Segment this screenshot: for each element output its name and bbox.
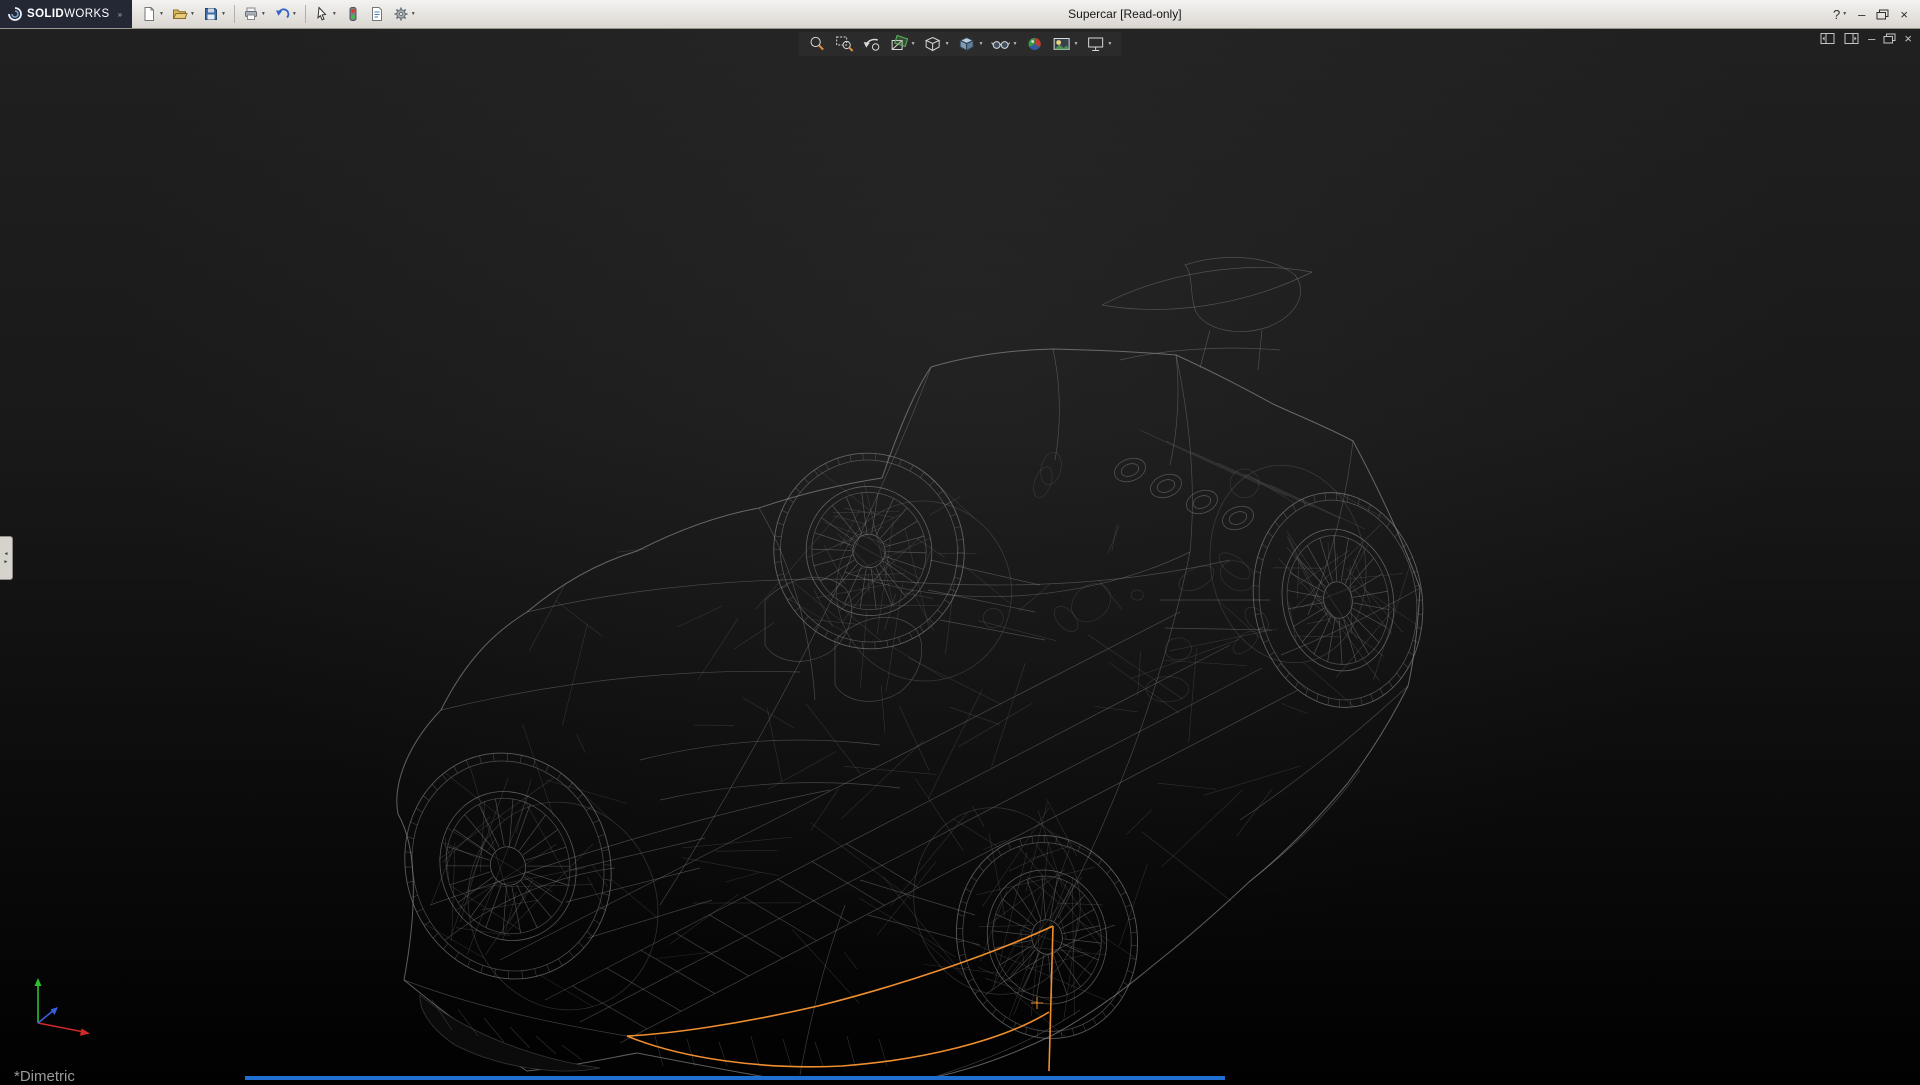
pane-previous-button[interactable] [1820, 32, 1836, 45]
zoom-to-area-button[interactable] [833, 34, 857, 54]
collapse-left-arrow-icon: ◄ [4, 550, 9, 559]
title-bar: SOLIDWORKS » ▼ ▼ ▼ ▼ ▼ ▼ [0, 0, 1920, 29]
print-button[interactable]: ▼ [239, 2, 270, 26]
pane-right-icon [1844, 32, 1860, 45]
edit-appearance-button[interactable] [1022, 34, 1046, 54]
file-properties-button[interactable] [365, 2, 389, 26]
document-close-button[interactable]: × [1904, 32, 1912, 45]
undo-arrow-icon [274, 6, 290, 22]
triad-x-axis [38, 1023, 84, 1032]
restore-window-icon [1876, 9, 1889, 20]
save-floppy-icon [203, 6, 219, 22]
triad-z-axis [38, 1010, 54, 1023]
view-settings-button[interactable]: ▼ [1083, 34, 1114, 54]
dropdown-arrow-icon[interactable]: ▼ [911, 42, 916, 47]
view-orientation-cube-icon [923, 35, 943, 53]
window-title: Supercar [Read-only] [425, 7, 1825, 21]
pane-left-icon [1820, 32, 1836, 45]
zoom-to-area-icon [835, 35, 855, 53]
previous-view-icon [862, 35, 882, 53]
dropdown-arrow-icon[interactable]: ▼ [332, 12, 337, 17]
rebuild-button[interactable] [341, 2, 365, 26]
view-settings-monitor-icon [1085, 35, 1105, 53]
zoom-to-fit-icon [808, 35, 828, 53]
window-controls: ?▼ – × [1825, 8, 1920, 21]
open-button[interactable]: ▼ [168, 2, 199, 26]
pane-next-button[interactable] [1844, 32, 1860, 45]
edit-appearance-ball-icon [1024, 35, 1044, 53]
dropdown-arrow-icon[interactable]: ▼ [190, 12, 195, 17]
reference-triad[interactable] [4, 970, 104, 1048]
minimize-button[interactable]: – [1858, 8, 1865, 21]
toolbar-separator [234, 5, 235, 23]
graphics-area[interactable]: ▼ ▼ ▼ ▼ ▼ ▼ – [0, 28, 1920, 1080]
section-view-icon [889, 35, 909, 53]
options-gear-icon [393, 6, 409, 22]
triad-z-arrowhead [51, 1007, 59, 1015]
save-button[interactable]: ▼ [199, 2, 230, 26]
document-minimize-button[interactable]: – [1868, 32, 1875, 45]
3d-viewport[interactable] [0, 28, 1920, 1080]
selected-edge[interactable] [627, 926, 1053, 1071]
view-orientation-label: *Dimetric [14, 1068, 75, 1085]
feature-manager-collapsed-tab[interactable]: ◄ ► [0, 536, 13, 580]
triad-y-arrowhead [35, 978, 42, 986]
hide-show-items-button[interactable]: ▼ [989, 34, 1020, 54]
toolbar-overflow-chevron[interactable]: » [118, 10, 122, 19]
new-document-button[interactable]: ▼ [137, 2, 168, 26]
maximize-button[interactable] [1876, 9, 1889, 20]
dropdown-arrow-icon[interactable]: ▼ [1013, 42, 1018, 47]
dropdown-arrow-icon[interactable]: ▼ [979, 42, 984, 47]
restore-document-icon [1883, 33, 1896, 44]
document-restore-button[interactable] [1883, 33, 1896, 44]
dropdown-arrow-icon[interactable]: ▼ [1073, 42, 1078, 47]
heads-up-view-toolbar: ▼ ▼ ▼ ▼ ▼ ▼ [799, 32, 1122, 56]
collapse-right-arrow-icon: ► [4, 558, 9, 567]
car-wireframe-model [376, 257, 1440, 1080]
dropdown-arrow-icon[interactable]: ▼ [411, 12, 416, 17]
apply-scene-button[interactable]: ▼ [1049, 34, 1080, 54]
select-cursor-icon [314, 6, 330, 22]
dropdown-arrow-icon[interactable]: ▼ [261, 12, 266, 17]
logo-text: SOLIDWORKS [27, 8, 110, 20]
previous-view-button[interactable] [860, 34, 884, 54]
close-button[interactable]: × [1900, 8, 1908, 21]
file-properties-icon [369, 6, 385, 22]
rebuild-stoplight-icon [345, 6, 361, 22]
hide-show-glasses-icon [991, 35, 1011, 53]
apply-scene-icon [1051, 35, 1071, 53]
section-view-button[interactable]: ▼ [887, 34, 918, 54]
dassault-swirl-icon [8, 7, 22, 21]
dropdown-arrow-icon[interactable]: ▼ [1842, 12, 1847, 17]
display-style-button[interactable]: ▼ [955, 34, 986, 54]
standard-toolbar: ▼ ▼ ▼ ▼ ▼ ▼ ▼ [132, 2, 425, 26]
solidworks-logo: SOLIDWORKS » [0, 0, 132, 28]
display-style-cube-icon [957, 35, 977, 53]
dropdown-arrow-icon[interactable]: ▼ [1107, 42, 1112, 47]
select-button[interactable]: ▼ [310, 2, 341, 26]
zoom-to-fit-button[interactable] [806, 34, 830, 54]
dropdown-arrow-icon[interactable]: ▼ [159, 12, 164, 17]
help-button[interactable]: ?▼ [1833, 8, 1847, 21]
new-document-icon [141, 6, 157, 22]
status-strip [245, 1076, 1225, 1080]
dropdown-arrow-icon[interactable]: ▼ [221, 12, 226, 17]
document-window-controls: – × [1820, 32, 1912, 45]
triad-x-arrowhead [80, 1029, 90, 1036]
print-icon [243, 6, 259, 22]
options-button[interactable]: ▼ [389, 2, 420, 26]
toolbar-separator [305, 5, 306, 23]
dropdown-arrow-icon[interactable]: ▼ [292, 12, 297, 17]
dropdown-arrow-icon[interactable]: ▼ [945, 42, 950, 47]
undo-button[interactable]: ▼ [270, 2, 301, 26]
open-folder-icon [172, 6, 188, 22]
view-orientation-button[interactable]: ▼ [921, 34, 952, 54]
